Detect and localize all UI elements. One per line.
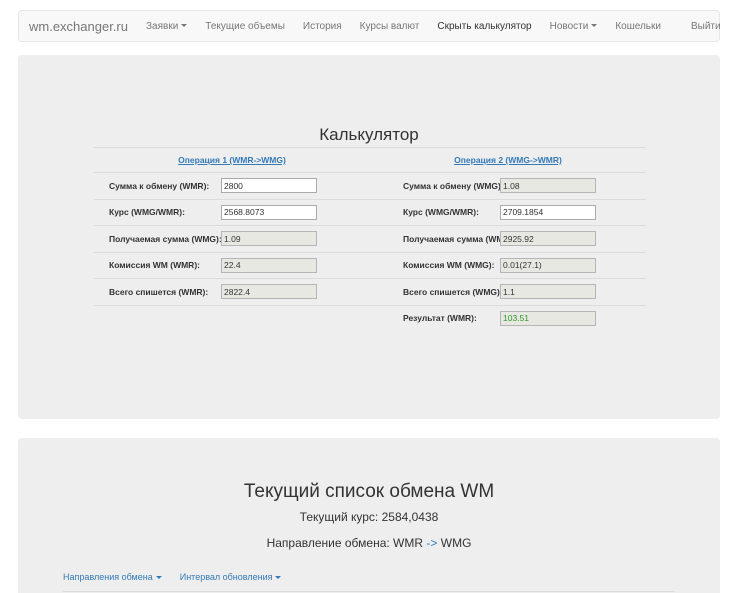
- direction-prefix: Направление обмена: WMR: [266, 536, 424, 550]
- op1-amount-label: Сумма к обмену (WMR):: [109, 180, 210, 191]
- calc-cell-left: Комиссия WM (WMR): 22.4: [94, 257, 370, 273]
- list-controls: Направления обмена Интервал обновления: [63, 572, 299, 582]
- exchange-list-title: Текущий список обмена WM: [243, 481, 495, 502]
- op1-total-field: 2822.4: [221, 284, 317, 300]
- nav-item-news-label: Новости: [549, 20, 589, 32]
- exchange-directions-label: Направления обмена: [63, 572, 153, 582]
- nav-right-group: Кошельки Выйти: [615, 21, 738, 32]
- nav-item-orders-label: Заявки: [146, 20, 179, 32]
- refresh-interval-dropdown[interactable]: Интервал обновления: [180, 572, 282, 582]
- nav-item-hide-calculator[interactable]: Скрыть калькулятор: [437, 21, 531, 32]
- exchange-direction: Направление обмена: WMR -> WMG: [18, 536, 720, 550]
- chevron-down-icon: [155, 576, 162, 580]
- exchange-directions-dropdown[interactable]: Направления обмена: [63, 572, 162, 582]
- nav-item-wallets[interactable]: Кошельки: [615, 21, 661, 32]
- nav-item-exchange-rates[interactable]: Курсы валют: [360, 21, 420, 32]
- op1-received-field: 1.09: [221, 231, 317, 247]
- nav-item-history[interactable]: История: [303, 21, 342, 32]
- top-navbar: wm.exchanger.ru Заявки Текущие объемы Ис…: [18, 10, 721, 42]
- calc-cell-right: Курс (WMG/WMR): 2709.1854: [370, 204, 646, 220]
- calculator-title: Калькулятор: [319, 125, 419, 144]
- calc-row: Результат (WMR): 103.51: [94, 304, 646, 332]
- calc-row: Комиссия WM (WMR): 22.4 Комиссия WM (WMG…: [94, 251, 646, 279]
- direction-suffix: WMG: [440, 536, 472, 550]
- current-rate-text: Текущий курс: 2584,0438: [299, 510, 439, 524]
- op2-commission-field: 0.01(27.1): [500, 257, 596, 273]
- op2-received-field: 2925.92: [500, 231, 596, 247]
- calc-row: Получаемая сумма (WMG): 1.09 Получаемая …: [94, 225, 646, 252]
- op1-total-label: Всего спишется (WMR):: [109, 286, 209, 297]
- operation-1-link[interactable]: Операция 1 (WMR->WMG): [94, 155, 370, 165]
- calc-row: Всего спишется (WMR): 2822.4 Всего спише…: [94, 278, 646, 305]
- op1-commission-field: 22.4: [221, 257, 317, 273]
- op2-rate-input[interactable]: 2709.1854: [500, 204, 596, 220]
- calc-cell-right: Получаемая сумма (WMR): 2925.92: [370, 231, 646, 247]
- chevron-down-icon: [181, 24, 188, 28]
- op1-received-label: Получаемая сумма (WMG):: [109, 233, 222, 244]
- nav-item-current-volumes[interactable]: Текущие объемы: [205, 21, 285, 32]
- op2-amount-field: 1.08: [500, 178, 596, 194]
- direction-swap-link[interactable]: ->: [426, 536, 437, 550]
- op2-amount-label: Сумма к обмену (WMG):: [403, 180, 504, 191]
- op2-commission-label: Комиссия WM (WMG):: [403, 260, 495, 271]
- calc-cell-left: Курс (WMG/WMR): 2568.8073: [94, 204, 370, 220]
- calc-cell-left: Получаемая сумма (WMG): 1.09: [94, 231, 370, 247]
- nav-item-logout[interactable]: Выйти: [691, 21, 721, 32]
- calculator-table: Операция 1 (WMR->WMG) Операция 2 (WMG->W…: [94, 147, 646, 331]
- nav-item-orders[interactable]: Заявки: [146, 20, 188, 32]
- calc-cell-left: Сумма к обмену (WMR): 2800: [94, 178, 370, 194]
- calc-cell-right: Сумма к обмену (WMG): 1.08: [370, 178, 646, 194]
- nav-item-news[interactable]: Новости: [550, 21, 598, 32]
- op2-total-field: 1.1: [500, 284, 596, 300]
- calc-row: Сумма к обмену (WMR): 2800 Сумма к обмен…: [94, 172, 646, 199]
- op1-commission-label: Комиссия WM (WMR):: [109, 260, 200, 271]
- calc-cell-right: Результат (WMR): 103.51: [370, 310, 646, 326]
- op2-received-label: Получаемая сумма (WMR):: [403, 233, 516, 244]
- op2-total-label: Всего спишется (WMG):: [403, 286, 503, 297]
- chevron-down-icon: [591, 24, 598, 28]
- operation-2-link[interactable]: Операция 2 (WMG->WMR): [370, 155, 646, 165]
- chevron-down-icon: [275, 576, 282, 580]
- operation-headers: Операция 1 (WMR->WMG) Операция 2 (WMG->W…: [94, 148, 646, 172]
- brand-link[interactable]: wm.exchanger.ru: [29, 19, 128, 34]
- op2-result-field: 103.51: [500, 310, 596, 326]
- calc-cell-left: Всего спишется (WMR): 2822.4: [94, 284, 370, 300]
- divider: [63, 591, 675, 592]
- op1-amount-input[interactable]: 2800: [221, 178, 317, 194]
- calc-cell-right: Комиссия WM (WMG): 0.01(27.1): [370, 257, 646, 273]
- exchange-list-panel: Текущий список обмена WM Текущий курс: 2…: [18, 438, 720, 593]
- op2-result-label: Результат (WMR):: [403, 313, 477, 324]
- calc-cell-right: Всего спишется (WMG): 1.1: [370, 284, 646, 300]
- op1-rate-input[interactable]: 2568.8073: [221, 204, 317, 220]
- op2-rate-label: Курс (WMG/WMR):: [403, 207, 479, 218]
- calc-row: Курс (WMG/WMR): 2568.8073 Курс (WMG/WMR)…: [94, 198, 646, 226]
- op1-rate-label: Курс (WMG/WMR):: [109, 207, 185, 218]
- calculator-panel: Калькулятор Операция 1 (WMR->WMG) Операц…: [18, 55, 720, 419]
- refresh-interval-label: Интервал обновления: [179, 572, 273, 582]
